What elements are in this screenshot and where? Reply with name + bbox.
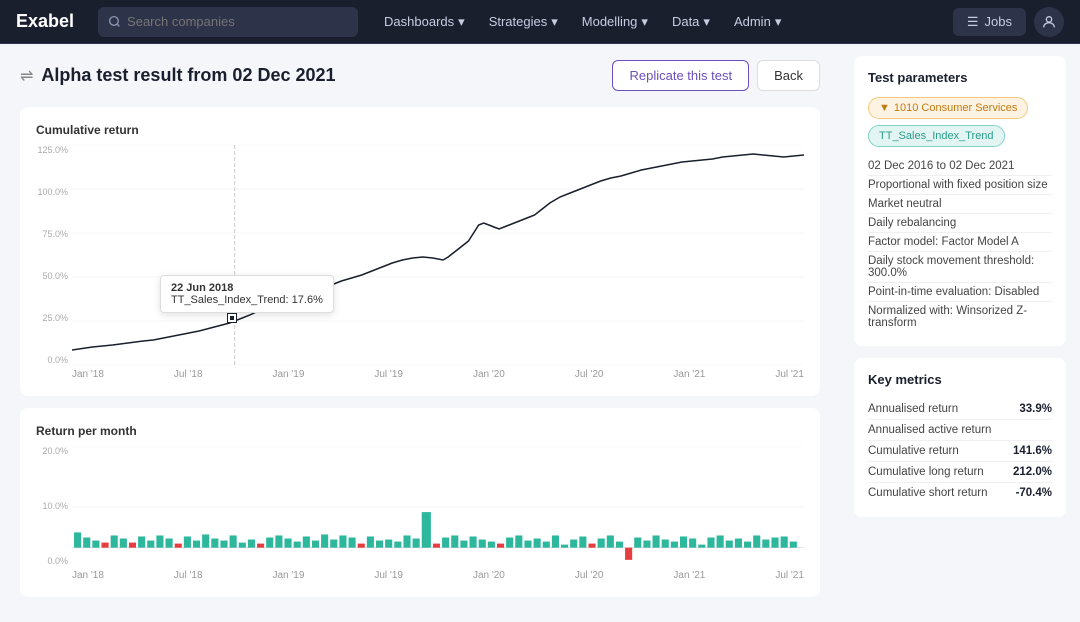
nav-right: ☰ Jobs [953,7,1064,37]
tag-consumer-services: ▼ 1010 Consumer Services [868,97,1028,119]
metric-cumulative-long-return: Cumulative long return 212.0% [868,462,1052,483]
chevron-down-icon: ▾ [641,14,648,30]
chevron-down-icon: ▾ [458,14,465,30]
user-profile-button[interactable] [1034,7,1064,37]
filter-icon: ▼ [879,102,890,114]
cumulative-return-chart: Cumulative return 125.0% 100.0% 75.0% 50… [20,107,820,396]
page-title: Alpha test result from 02 Dec 2021 [41,65,335,86]
chart-tooltip: 22 Jun 2018 TT_Sales_Index_Trend: 17.6% [160,275,334,313]
right-panel: Test parameters ▼ 1010 Consumer Services… [840,44,1080,622]
metric-annualised-return: Annualised return 33.9% [868,399,1052,420]
shuffle-icon: ⇌ [20,66,33,86]
tag-sales-index: TT_Sales_Index_Trend [868,125,1005,147]
search-icon [108,15,121,28]
tooltip-date: 22 Jun 2018 [171,282,323,294]
search-box[interactable] [98,7,358,37]
metric-cumulative-return: Cumulative return 141.6% [868,441,1052,462]
nav-links: Dashboards ▾ Strategies ▾ Modelling ▾ Da… [374,8,937,36]
test-parameters-section: Test parameters ▼ 1010 Consumer Services… [854,56,1066,346]
param-position-size: Proportional with fixed position size [868,176,1052,195]
x-axis-cumulative: Jan '18 Jul '18 Jan '19 Jul '19 Jan '20 … [72,365,804,380]
replicate-button[interactable]: Replicate this test [612,60,749,91]
logo: Exabel [16,11,74,32]
test-parameters-title: Test parameters [868,70,1052,85]
param-date-range: 02 Dec 2016 to 02 Dec 2021 [868,157,1052,176]
cumulative-chart-area: 22 Jun 2018 TT_Sales_Index_Trend: 17.6% [72,145,804,365]
nav-admin[interactable]: Admin ▾ [724,8,791,36]
main-content: ⇌ Alpha test result from 02 Dec 2021 Rep… [0,44,1080,622]
nav-data[interactable]: Data ▾ [662,8,720,36]
nav-dashboards[interactable]: Dashboards ▾ [374,8,475,36]
key-metrics-section: Key metrics Annualised return 33.9% Annu… [854,358,1066,517]
param-factor-model: Factor model: Factor Model A [868,233,1052,252]
param-stock-threshold: Daily stock movement threshold: 300.0% [868,252,1052,283]
menu-icon: ☰ [967,14,979,30]
y-axis-cumulative: 125.0% 100.0% 75.0% 50.0% 25.0% 0.0% [36,145,72,365]
metrics-list: Annualised return 33.9% Annualised activ… [868,399,1052,503]
chevron-down-icon: ▾ [703,14,710,30]
param-market-neutral: Market neutral [868,195,1052,214]
search-input[interactable] [127,14,327,29]
key-metrics-title: Key metrics [868,372,1052,387]
navbar: Exabel Dashboards ▾ Strategies ▾ Modelli… [0,0,1080,44]
tooltip-value: TT_Sales_Index_Trend: 17.6% [171,294,323,306]
nav-strategies[interactable]: Strategies ▾ [479,8,568,36]
bar-chart-area [72,446,804,566]
left-panel: ⇌ Alpha test result from 02 Dec 2021 Rep… [0,44,840,622]
y-axis-monthly: 20.0% 10.0% 0.0% [36,446,72,566]
monthly-return-chart: Return per month 20.0% 10.0% 0.0% [20,408,820,597]
chevron-down-icon: ▾ [775,14,782,30]
page-title-row: ⇌ Alpha test result from 02 Dec 2021 [20,65,336,86]
header-actions: Replicate this test Back [612,60,820,91]
user-icon [1041,14,1057,30]
tag-row: ▼ 1010 Consumer Services TT_Sales_Index_… [868,97,1052,147]
page-header: ⇌ Alpha test result from 02 Dec 2021 Rep… [20,60,820,91]
nav-modelling[interactable]: Modelling ▾ [572,8,658,36]
params-list: 02 Dec 2016 to 02 Dec 2021 Proportional … [868,157,1052,332]
monthly-chart-title: Return per month [36,424,804,438]
x-axis-monthly: Jan '18 Jul '18 Jan '19 Jul '19 Jan '20 … [72,566,804,581]
back-button[interactable]: Back [757,60,820,91]
chevron-down-icon: ▾ [551,14,558,30]
param-rebalancing: Daily rebalancing [868,214,1052,233]
metric-cumulative-short-return: Cumulative short return -70.4% [868,483,1052,503]
jobs-button[interactable]: ☰ Jobs [953,8,1026,36]
cumulative-chart-title: Cumulative return [36,123,804,137]
param-point-in-time: Point-in-time evaluation: Disabled [868,283,1052,302]
metric-annualised-active-return: Annualised active return [868,420,1052,441]
param-normalized: Normalized with: Winsorized Z-transform [868,302,1052,332]
